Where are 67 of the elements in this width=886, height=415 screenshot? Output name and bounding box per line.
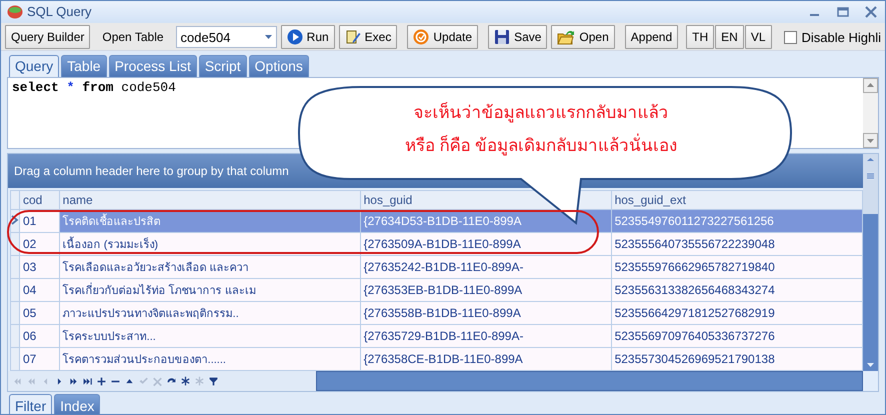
window-title: SQL Query — [27, 4, 92, 20]
language-button[interactable]: TH — [686, 25, 714, 50]
table-cell: 05 — [20, 302, 60, 324]
plus-icon[interactable] — [96, 376, 107, 386]
table-cell: {276358CE-B1DB-11E0-899A — [360, 348, 612, 370]
vertical-scrollbar[interactable] — [863, 154, 878, 371]
toolbar-button[interactable]: Save — [488, 25, 548, 50]
tab[interactable]: Query — [9, 54, 60, 77]
table-cell: {276353EB-B1DB-11E0-899A — [360, 278, 612, 302]
tab[interactable]: Process List — [108, 54, 197, 77]
table-cell: 523556970976405336737276 — [611, 324, 862, 348]
table-cell: {2763558B-B1DB-11E0-899A — [360, 302, 612, 324]
callout-text: จะเห็นว่าข้อมูลแถวแรกกลับมาแล้ว — [414, 101, 668, 124]
table-cell: 03 — [20, 256, 60, 278]
toolbar-button[interactable]: Update — [407, 25, 478, 50]
tab[interactable]: Index — [54, 394, 100, 414]
table-cell: 523554976011273227561256 — [611, 210, 862, 232]
table-cell: 523556642971812527682919 — [611, 302, 862, 324]
checkbox-label: Disable Highli — [802, 30, 881, 45]
current-row-icon — [11, 215, 19, 225]
folder-arrow-icon — [557, 29, 576, 46]
refresh-circle-icon — [413, 29, 430, 46]
toolbar-button[interactable]: Open — [551, 25, 615, 50]
table-cell: {27635242-B1DB-11E0-899A- — [360, 256, 612, 278]
callout-text: หรือ ก็คือ ข้อมูลเดิมกลับมาแล้วนั่นเอง — [404, 131, 678, 158]
append-button[interactable]: Append — [624, 25, 678, 50]
vertical-scrollbar[interactable] — [863, 78, 878, 148]
table-cell: 523557304526969521790138 — [611, 348, 862, 370]
toolbar-button[interactable]: Exec — [338, 25, 398, 50]
document-pencil-icon — [344, 29, 361, 46]
checkbox[interactable] — [784, 30, 797, 44]
play-icon — [286, 29, 303, 46]
funnel-icon[interactable] — [208, 376, 219, 386]
table-cell: 523556313382656468343274 — [611, 278, 862, 302]
group-by-hint: Drag a column header here to group by that column — [14, 164, 289, 178]
table-cell: {27635729-B1DB-11E0-899A- — [360, 324, 612, 348]
query-builder-button[interactable]: Query Builder — [5, 25, 90, 50]
table-dropdown[interactable]: code504 — [176, 26, 277, 48]
maximize-icon[interactable] — [835, 4, 851, 19]
horizontal-scrollbar[interactable] — [316, 371, 863, 391]
close-icon[interactable] — [863, 4, 879, 19]
column-header[interactable]: cod — [20, 190, 60, 210]
table-cell: โรคตารวมส่วนประกอบของตา...... — [59, 348, 360, 370]
toolbar-button[interactable]: Run — [280, 25, 335, 50]
column-header[interactable]: hos_guid_ext — [611, 190, 862, 210]
table-cell: ภาวะแปรปรวนทางจิตและพฤติกรรม.. — [59, 302, 360, 324]
tab[interactable]: Filter — [9, 394, 52, 414]
asterisk-icon[interactable] — [180, 376, 191, 386]
app-logo-icon — [7, 4, 23, 19]
language-button[interactable]: EN — [715, 25, 744, 50]
table-cell: 523555640735556722239048 — [611, 232, 862, 256]
language-button[interactable]: VL — [744, 25, 772, 50]
table-cell: 523555976662965782719840 — [611, 256, 862, 278]
sql-editor[interactable]: select * from code504 — [12, 80, 176, 95]
table-cell: โรคเลือดและอวัยวะสร้างเลือด และควา — [59, 256, 360, 278]
scrollbar-thumb[interactable] — [863, 154, 878, 214]
dropdown-caret-icon — [264, 35, 272, 40]
open-table-label: Open Table — [101, 30, 165, 44]
table-cell: โรคระบบประสาท... — [59, 324, 360, 348]
table-cell: โรคเกี่ยวกับต่อมไร้ท่อ โภชนาการ และเม — [59, 278, 360, 302]
table-cell: 06 — [20, 324, 60, 348]
scroll-down-arrow-icon[interactable] — [867, 363, 874, 367]
column-header[interactable]: name — [59, 190, 360, 210]
table-cell: 04 — [20, 278, 60, 302]
double-right-arrow-icon[interactable] — [68, 376, 79, 386]
table-cell: 07 — [20, 348, 60, 370]
last-record-icon[interactable] — [82, 376, 93, 386]
